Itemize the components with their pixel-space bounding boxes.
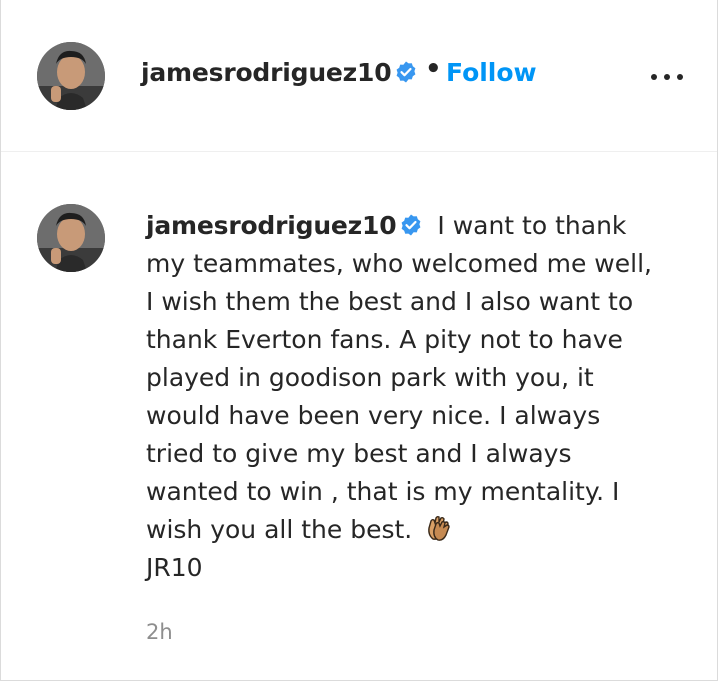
comment-avatar[interactable] [37,204,105,272]
clapping-hands-icon [428,515,450,541]
post-panel: jamesrodriguez10 • Follow jamesrodriguez… [0,0,718,681]
avatar-image [37,42,105,110]
more-options-icon[interactable] [647,60,687,90]
post-header: jamesrodriguez10 • Follow [1,0,717,152]
comment-username[interactable]: jamesrodriguez10 [146,211,423,240]
comment-username-text[interactable]: jamesrodriguez10 [146,211,397,240]
follow-button[interactable]: Follow [446,58,537,87]
header-separator: • [425,54,442,84]
caption-signoff: JR10 [146,553,203,582]
header-username-text[interactable]: jamesrodriguez10 [141,58,392,87]
avatar-image [37,204,105,272]
verified-badge-icon [402,214,421,235]
comment-timestamp[interactable]: 2h [146,620,173,644]
caption-text: jamesrodriguez10 I want to thank my team… [146,207,666,587]
caption-body: I want to thank my teammates, who welcom… [146,211,652,544]
verified-badge-icon [397,61,416,82]
header-username[interactable]: jamesrodriguez10 [141,58,418,87]
profile-avatar[interactable] [37,42,105,110]
